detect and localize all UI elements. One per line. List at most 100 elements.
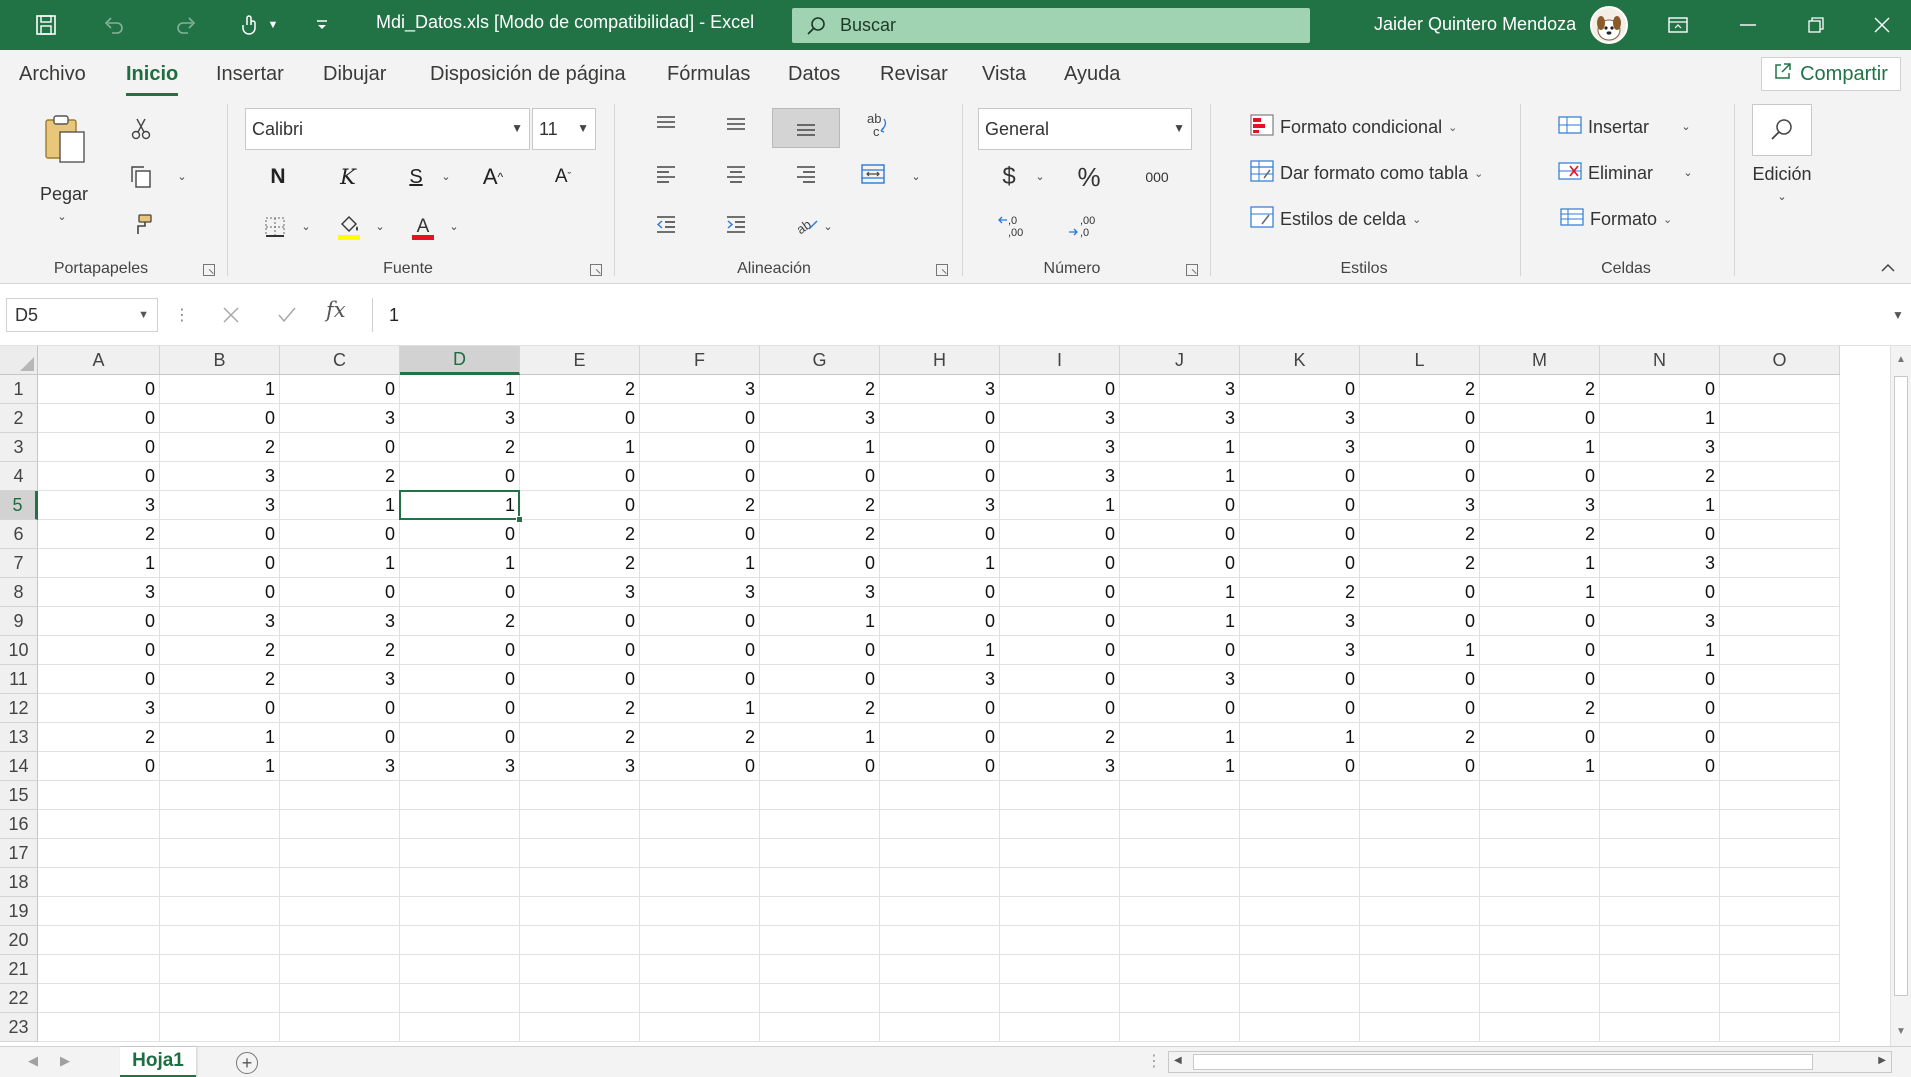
cell-L10[interactable]: 1 <box>1360 636 1480 665</box>
cell-G5[interactable]: 2 <box>760 491 880 520</box>
cell-L2[interactable]: 0 <box>1360 404 1480 433</box>
add-sheet-icon[interactable]: + <box>236 1052 258 1074</box>
cell-D14[interactable]: 3 <box>400 752 520 781</box>
tab-dibujar[interactable]: Dibujar <box>323 63 386 86</box>
cell-B7[interactable]: 0 <box>160 549 280 578</box>
cell-H22[interactable] <box>880 984 1000 1013</box>
cell-C23[interactable] <box>280 1013 400 1042</box>
cell-C5[interactable]: 1 <box>280 491 400 520</box>
cell-G11[interactable]: 0 <box>760 665 880 694</box>
insert-cells-button[interactable]: Insertar <box>1558 114 1649 141</box>
cell-G4[interactable]: 0 <box>760 462 880 491</box>
row-header[interactable]: 19 <box>0 897 38 926</box>
cell-M3[interactable]: 1 <box>1480 433 1600 462</box>
underline-button[interactable]: S <box>400 160 432 194</box>
cell-K22[interactable] <box>1240 984 1360 1013</box>
increase-font-size-icon[interactable]: A ^ <box>476 160 510 194</box>
row-header[interactable]: 16 <box>0 810 38 839</box>
row-header[interactable]: 18 <box>0 868 38 897</box>
cell-L17[interactable] <box>1360 839 1480 868</box>
cell-H13[interactable]: 0 <box>880 723 1000 752</box>
confirm-entry-icon[interactable] <box>272 298 302 332</box>
cell-F10[interactable]: 0 <box>640 636 760 665</box>
cell-H21[interactable] <box>880 955 1000 984</box>
cell-I10[interactable]: 0 <box>1000 636 1120 665</box>
copy-icon[interactable] <box>124 160 158 194</box>
column-header[interactable]: L <box>1360 346 1480 375</box>
cell-K2[interactable]: 3 <box>1240 404 1360 433</box>
cell-J22[interactable] <box>1120 984 1240 1013</box>
cell-B22[interactable] <box>160 984 280 1013</box>
cell-J20[interactable] <box>1120 926 1240 955</box>
cell-G9[interactable]: 1 <box>760 607 880 636</box>
cell-G22[interactable] <box>760 984 880 1013</box>
cell-L11[interactable]: 0 <box>1360 665 1480 694</box>
cell-F17[interactable] <box>640 839 760 868</box>
editing-search-icon[interactable] <box>1752 104 1812 156</box>
cell-J7[interactable]: 0 <box>1120 549 1240 578</box>
cell-K10[interactable]: 3 <box>1240 636 1360 665</box>
cell-M4[interactable]: 0 <box>1480 462 1600 491</box>
cell-G7[interactable]: 0 <box>760 549 880 578</box>
cell-H5[interactable]: 3 <box>880 491 1000 520</box>
cell-K1[interactable]: 0 <box>1240 375 1360 404</box>
cell-C16[interactable] <box>280 810 400 839</box>
cell-A2[interactable]: 0 <box>38 404 160 433</box>
cell-L12[interactable]: 0 <box>1360 694 1480 723</box>
cell-J4[interactable]: 1 <box>1120 462 1240 491</box>
cell-N2[interactable]: 1 <box>1600 404 1720 433</box>
cell-F21[interactable] <box>640 955 760 984</box>
cell-C15[interactable] <box>280 781 400 810</box>
cell-B15[interactable] <box>160 781 280 810</box>
cell-B18[interactable] <box>160 868 280 897</box>
cell-B13[interactable]: 1 <box>160 723 280 752</box>
cell-G17[interactable] <box>760 839 880 868</box>
cell-L23[interactable] <box>1360 1013 1480 1042</box>
cell-K5[interactable]: 0 <box>1240 491 1360 520</box>
cell-E9[interactable]: 0 <box>520 607 640 636</box>
cell-A11[interactable]: 0 <box>38 665 160 694</box>
row-header[interactable]: 14 <box>0 752 38 781</box>
cell-E6[interactable]: 2 <box>520 520 640 549</box>
row-header[interactable]: 13 <box>0 723 38 752</box>
cell-M8[interactable]: 1 <box>1480 578 1600 607</box>
cell-B20[interactable] <box>160 926 280 955</box>
tab-disposicion-pagina[interactable]: Disposición de página <box>430 63 626 86</box>
cell-E1[interactable]: 2 <box>520 375 640 404</box>
cell-C19[interactable] <box>280 897 400 926</box>
cell-F7[interactable]: 1 <box>640 549 760 578</box>
format-painter-icon[interactable] <box>126 210 156 240</box>
cell-O12[interactable] <box>1720 694 1840 723</box>
insert-dropdown-icon[interactable]: ⌄ <box>1678 118 1694 134</box>
collapse-ribbon-icon[interactable] <box>1876 258 1900 278</box>
cell-E3[interactable]: 1 <box>520 433 640 462</box>
increase-decimal-icon[interactable]: ,0,00 <box>996 210 1030 240</box>
bold-button[interactable]: N <box>262 160 294 194</box>
alignment-launcher-icon[interactable] <box>936 264 948 276</box>
cell-M7[interactable]: 1 <box>1480 549 1600 578</box>
font-launcher-icon[interactable] <box>590 264 602 276</box>
cell-E5[interactable]: 0 <box>520 491 640 520</box>
cell-M21[interactable] <box>1480 955 1600 984</box>
cell-C17[interactable] <box>280 839 400 868</box>
cell-K20[interactable] <box>1240 926 1360 955</box>
cell-M15[interactable] <box>1480 781 1600 810</box>
tab-revisar[interactable]: Revisar <box>880 63 948 86</box>
cell-C12[interactable]: 0 <box>280 694 400 723</box>
align-right-icon[interactable] <box>790 160 822 188</box>
font-color-icon[interactable]: A <box>408 210 438 244</box>
cell-N21[interactable] <box>1600 955 1720 984</box>
cell-E22[interactable] <box>520 984 640 1013</box>
cell-A18[interactable] <box>38 868 160 897</box>
currency-format-button[interactable]: $ <box>994 160 1024 194</box>
cell-A13[interactable]: 2 <box>38 723 160 752</box>
formula-input[interactable]: 1 <box>372 298 1894 332</box>
align-left-icon[interactable] <box>650 160 682 188</box>
cell-B23[interactable] <box>160 1013 280 1042</box>
cell-F4[interactable]: 0 <box>640 462 760 491</box>
cell-H14[interactable]: 0 <box>880 752 1000 781</box>
cell-E21[interactable] <box>520 955 640 984</box>
cell-C10[interactable]: 2 <box>280 636 400 665</box>
merge-center-icon[interactable] <box>856 160 890 188</box>
minimize-icon[interactable] <box>1728 0 1768 50</box>
